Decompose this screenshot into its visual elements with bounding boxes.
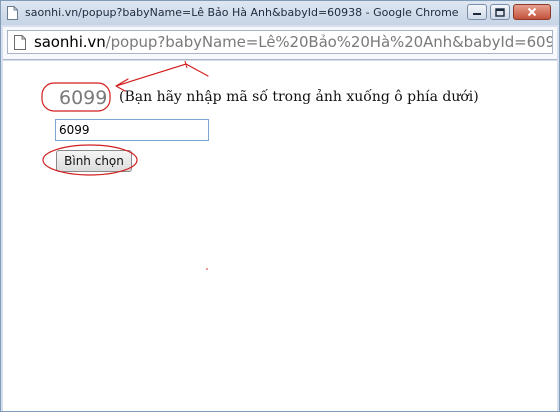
close-icon: [527, 7, 537, 17]
captcha-input[interactable]: [55, 119, 209, 141]
page-icon: [7, 6, 18, 20]
captcha-code: 6099: [59, 87, 108, 109]
document-icon: [14, 35, 26, 50]
url-host: saonhi.vn: [34, 33, 106, 51]
maximize-icon: [495, 7, 505, 17]
url-text: saonhi.vn/popup?babyName=Lê%20Bảo%20Hà%2…: [34, 33, 553, 51]
url-field[interactable]: saonhi.vn/popup?babyName=Lê%20Bảo%20Hà%2…: [7, 30, 553, 54]
url-path: /popup?babyName=Lê%20Bảo%20Hà%20Anh&baby…: [105, 33, 553, 51]
close-button[interactable]: [513, 4, 551, 20]
page-content: 6099 (Bạn hãy nhập mã số trong ảnh xuống…: [3, 61, 557, 411]
minimize-button[interactable]: [467, 4, 487, 20]
browser-window: saonhi.vn/popup?babyName=Lê Bảo Hà Anh&b…: [0, 0, 560, 412]
captcha-instruction: (Bạn hãy nhập mã số trong ảnh xuống ô ph…: [119, 89, 479, 105]
address-bar: saonhi.vn/popup?babyName=Lê%20Bảo%20Hà%2…: [3, 27, 557, 60]
minimize-icon: [473, 13, 481, 15]
vote-button[interactable]: Bình chọn: [56, 150, 132, 172]
maximize-button[interactable]: [490, 4, 510, 20]
title-bar[interactable]: saonhi.vn/popup?babyName=Lê Bảo Hà Anh&b…: [1, 1, 559, 25]
window-title: saonhi.vn/popup?babyName=Lê Bảo Hà Anh&b…: [25, 6, 459, 19]
